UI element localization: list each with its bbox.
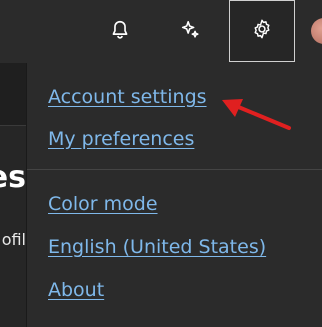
sparkle-icon xyxy=(179,19,201,45)
menu-item-account-settings[interactable]: Account settings xyxy=(48,85,207,109)
page-divider xyxy=(0,125,26,126)
avatar[interactable] xyxy=(311,18,322,44)
page-title-fragment: es xyxy=(0,160,26,195)
notifications-button[interactable] xyxy=(88,0,152,63)
top-bar xyxy=(0,0,322,63)
settings-button[interactable] xyxy=(229,0,295,62)
gear-icon xyxy=(251,18,273,44)
screen: es ofil Account settings My preferences … xyxy=(0,0,322,327)
settings-dropdown-menu: Account settings My preferences Color mo… xyxy=(26,63,322,327)
copilot-button[interactable] xyxy=(158,0,222,63)
page-text-fragment: ofil xyxy=(1,230,26,249)
menu-item-my-preferences[interactable]: My preferences xyxy=(48,127,194,151)
menu-item-about[interactable]: About xyxy=(48,278,104,302)
menu-divider xyxy=(27,169,322,170)
menu-item-language[interactable]: English (United States) xyxy=(48,235,266,259)
menu-item-color-mode[interactable]: Color mode xyxy=(48,192,158,216)
page-header-strip xyxy=(0,63,26,125)
bell-icon xyxy=(109,19,131,45)
